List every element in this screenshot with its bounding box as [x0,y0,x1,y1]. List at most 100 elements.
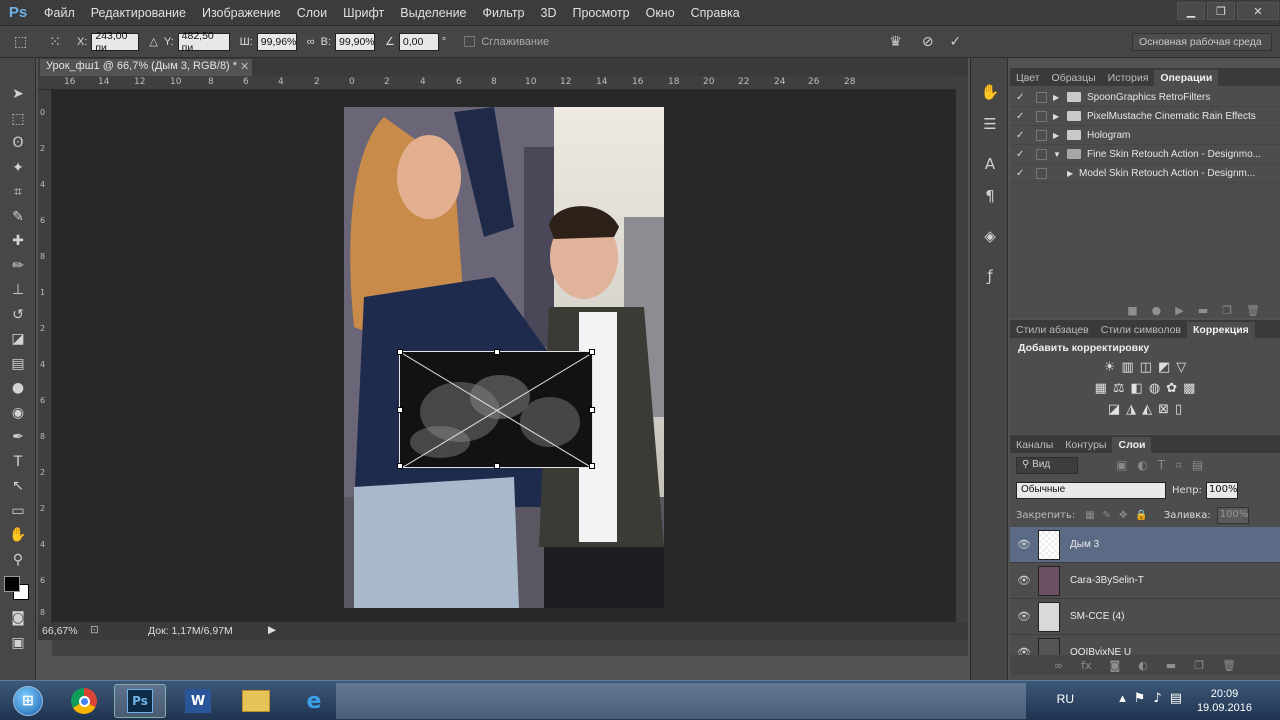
menu-help[interactable]: Справка [683,6,748,20]
word-taskbar-icon[interactable]: W [172,684,224,718]
eyedropper-icon[interactable]: ✎ [0,205,36,230]
menu-window[interactable]: Окно [638,6,683,20]
dialog-toggle[interactable] [1036,91,1047,103]
link-layers-icon[interactable]: ∞ [1054,659,1063,672]
gradient-map-icon[interactable]: ▯ [1175,402,1182,417]
status-icon[interactable]: ⊡ [90,624,99,636]
lasso-tool-icon[interactable]: ʘ [0,131,36,156]
posterize-icon[interactable]: ◮ [1126,402,1136,417]
transform-handle-tr[interactable] [589,349,595,355]
document-tab[interactable]: Урок_фш1 @ 66,7% (Дым 3, RGB/8) * [40,59,252,76]
action-check-icon[interactable]: ✓ [1016,130,1030,141]
channel-mixer-icon[interactable]: ✿ [1166,381,1177,396]
action-set-row[interactable]: ✓ ▼ Fine Skin Retouch Action - Designmo.… [1010,145,1280,164]
paragraph-panel-icon[interactable]: ¶ [971,180,1009,212]
menu-layers[interactable]: Слои [289,6,335,20]
tab-paths[interactable]: Контуры [1059,437,1112,453]
menu-edit[interactable]: Редактирование [83,6,194,20]
tab-character-styles[interactable]: Стили символов [1095,322,1187,338]
marquee-tool-icon[interactable]: ⬚ [0,107,36,132]
dialog-toggle[interactable] [1036,110,1047,122]
color-lookup-icon[interactable]: ▩ [1183,381,1195,396]
new-action-icon[interactable]: ❐ [1222,304,1232,317]
new-adjustment-icon[interactable]: ◐ [1138,659,1148,672]
menu-image[interactable]: Изображение [194,6,289,20]
layer-style-icon[interactable]: fx [1081,659,1091,672]
brightness-icon[interactable]: ☀ [1104,360,1116,375]
document-tab-close-icon[interactable]: ✕ [240,60,249,73]
system-clock[interactable]: 20:09 19.09.2016 [1197,687,1252,715]
opacity-input[interactable]: 100% [1205,481,1238,499]
height-input[interactable]: 99,90% [335,32,376,51]
brush-preset-icon[interactable]: ✋ [971,76,1009,108]
ie-taskbar-icon[interactable]: e [288,684,340,718]
move-tool-icon[interactable]: ➤ [0,82,36,107]
layer-row[interactable]: 👁 Дым 3 [1010,527,1280,563]
action-row[interactable]: ✓ ▶ Model Skin Retouch Action - Designm.… [1010,164,1280,183]
action-check-icon[interactable]: ✓ [1016,168,1030,179]
screen-mode-icon[interactable]: ▣ [0,631,36,656]
dialog-toggle[interactable] [1036,148,1047,160]
delete-layer-icon[interactable]: 🗑 [1222,659,1236,672]
blend-mode-select[interactable]: Обычные [1016,481,1166,499]
black-white-icon[interactable]: ◧ [1131,381,1143,396]
fx-panel-icon[interactable]: ƒ [971,260,1009,292]
menu-view[interactable]: Просмотр [565,6,638,20]
transform-handle-tc[interactable] [494,349,500,355]
canvas-horizontal-scrollbar[interactable] [52,640,968,656]
minimize-button[interactable]: ▁ [1177,2,1205,20]
threshold-icon[interactable]: ◭ [1142,402,1152,417]
record-icon[interactable]: ● [1152,304,1162,317]
play-icon[interactable]: ▶ [1175,304,1183,317]
visibility-eye-icon[interactable]: 👁 [1010,610,1038,623]
color-swatches[interactable] [0,572,36,606]
layer-row[interactable]: 👁 Cara-3BySelin-T [1010,563,1280,599]
hue-saturation-icon[interactable]: ▦ [1095,381,1107,396]
zoom-tool-icon[interactable]: ⚲ [0,548,36,573]
tab-history[interactable]: История [1102,70,1155,86]
action-set-row[interactable]: ✓ ▶ Hologram [1010,126,1280,145]
expand-arrow-icon[interactable]: ▶ [1053,112,1065,121]
stop-icon[interactable]: ■ [1127,304,1137,317]
transform-handle-tl[interactable] [397,349,403,355]
expand-arrow-icon[interactable]: ▶ [1067,169,1079,178]
menu-file[interactable]: Файл [36,6,83,20]
layer-row[interactable]: 👁 SM-CCE (4) [1010,599,1280,635]
vibrance-icon[interactable]: ▽ [1176,360,1186,375]
magic-wand-icon[interactable]: ✦ [0,156,36,181]
dialog-toggle[interactable] [1036,129,1047,141]
action-check-icon[interactable]: ✓ [1016,92,1030,103]
chrome-taskbar-icon[interactable] [58,684,110,718]
color-balance-icon[interactable]: ⚖ [1113,381,1125,396]
gradient-tool-icon[interactable]: ▤ [0,352,36,377]
visibility-eye-icon[interactable]: 👁 [1010,538,1038,551]
tab-channels[interactable]: Каналы [1010,437,1059,453]
status-menu-arrow-icon[interactable]: ▶ [268,624,276,636]
fill-input[interactable]: 100% [1216,506,1249,524]
delta-icon[interactable]: △ [149,35,157,48]
photo-filter-icon[interactable]: ◍ [1149,381,1160,396]
close-button[interactable]: ✕ [1237,2,1279,20]
blur-tool-icon[interactable]: ● [0,376,36,401]
y-input[interactable]: 482,50 пи [177,30,230,54]
character-panel-icon[interactable]: A [971,148,1009,180]
transform-handle-br[interactable] [589,463,595,469]
collapse-arrow-icon[interactable]: ▼ [1053,150,1065,159]
levels-icon[interactable]: ▥ [1121,360,1133,375]
exposure-icon[interactable]: ◩ [1158,360,1170,375]
healing-brush-icon[interactable]: ✚ [0,229,36,254]
tab-color[interactable]: Цвет [1010,70,1046,86]
history-brush-icon[interactable]: ↺ [0,303,36,328]
new-set-icon[interactable]: ▬ [1198,304,1208,317]
tab-actions[interactable]: Операции [1154,70,1219,86]
link-icon[interactable]: ∞ [307,36,315,48]
invert-icon[interactable]: ◪ [1108,402,1120,417]
keyboard-language[interactable]: RU [1057,692,1074,706]
pen-tool-icon[interactable]: ✒ [0,425,36,450]
warp-icon[interactable]: ♛ [889,34,902,50]
transform-handle-bl[interactable] [397,463,403,469]
add-mask-icon[interactable]: ◙ [1110,659,1121,672]
visibility-eye-icon[interactable]: 👁 [1010,646,1038,655]
layer-filter-select[interactable]: ⚲ Вид [1016,456,1078,474]
quick-mask-icon[interactable]: ◙ [0,606,36,631]
